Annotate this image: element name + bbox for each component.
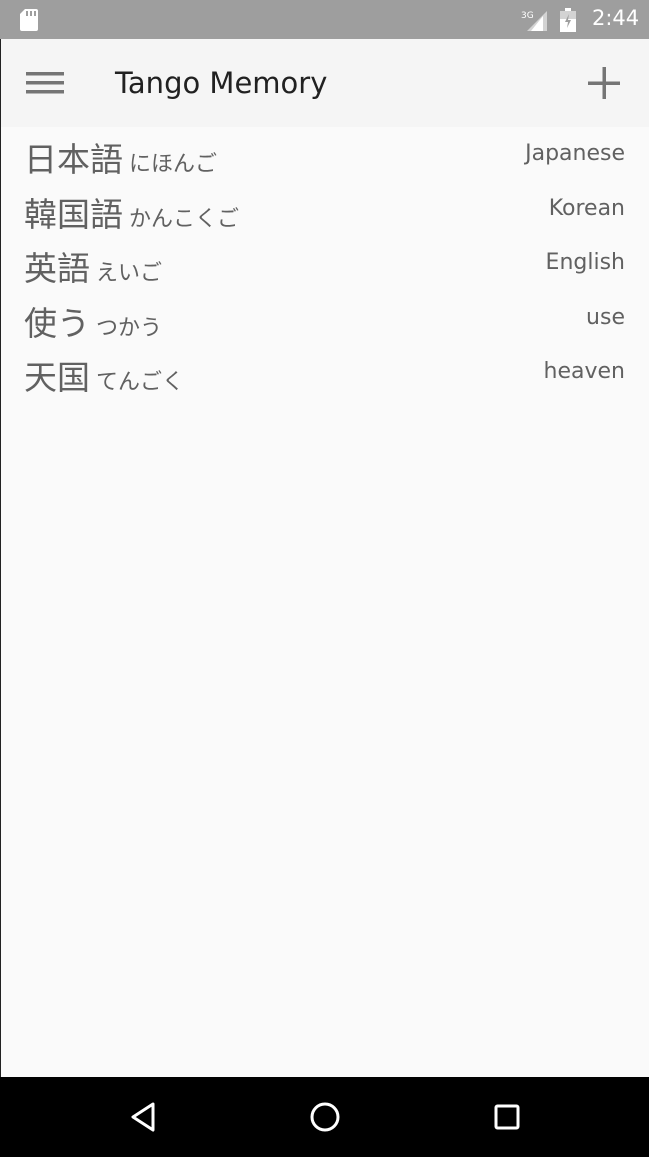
navigation-bar (0, 1077, 649, 1157)
battery-icon (560, 8, 576, 32)
kanji-text: 日本語 (24, 140, 123, 179)
hamburger-menu-icon[interactable] (22, 64, 68, 102)
word-meaning: Japanese (525, 141, 625, 166)
signal-3g-icon: 3G (521, 11, 547, 31)
word-kanji: 日本語 にほんご (24, 133, 217, 181)
app-title: Tango Memory (115, 66, 328, 100)
recents-square-icon[interactable] (492, 1102, 522, 1132)
word-reading: つかう (96, 315, 163, 341)
word-kanji: 天国 てんごく (24, 351, 184, 399)
kanji-text: 英語 (24, 249, 90, 289)
word-meaning: use (586, 304, 625, 330)
word-kanji: 英語 えいご (24, 242, 162, 290)
word-row[interactable]: 英語 えいご English (0, 236, 649, 291)
word-kanji: 使う つかう (24, 297, 162, 345)
status-time: 2:44 (592, 6, 640, 30)
word-reading: えいご (96, 261, 163, 287)
network-type-label: 3G (521, 11, 534, 21)
word-reading: てんごく (96, 370, 185, 396)
app-bar: Tango Memory (0, 39, 649, 127)
word-row[interactable]: 天国 てんごく heaven (0, 345, 649, 400)
word-meaning: heaven (543, 359, 625, 385)
kanji-text: 使う (24, 303, 90, 343)
word-list: 日本語 にほんご Japanese 韓国語 かんこくご Korean 英語 えいご E… (0, 127, 649, 400)
word-row[interactable]: 日本語 にほんご Japanese (0, 127, 649, 182)
sd-card-icon (20, 9, 38, 31)
frame-edge (0, 39, 1, 1077)
kanji-text: 韓国語 (24, 194, 123, 234)
word-meaning: Korean (548, 195, 625, 221)
status-bar: 3G 2:44 (0, 0, 649, 39)
word-kanji: 韓国語 かんこくご (24, 188, 239, 236)
plus-icon[interactable] (584, 63, 624, 103)
word-row[interactable]: 韓国語 かんこくご Korean (0, 182, 649, 237)
home-circle-icon[interactable] (309, 1101, 341, 1133)
word-reading: にほんご (129, 152, 218, 177)
word-meaning: English (545, 250, 625, 276)
kanji-text: 天国 (24, 358, 90, 398)
word-row[interactable]: 使う つかう use (0, 291, 649, 346)
back-triangle-icon[interactable] (128, 1101, 158, 1133)
word-reading: かんこくご (129, 206, 240, 232)
